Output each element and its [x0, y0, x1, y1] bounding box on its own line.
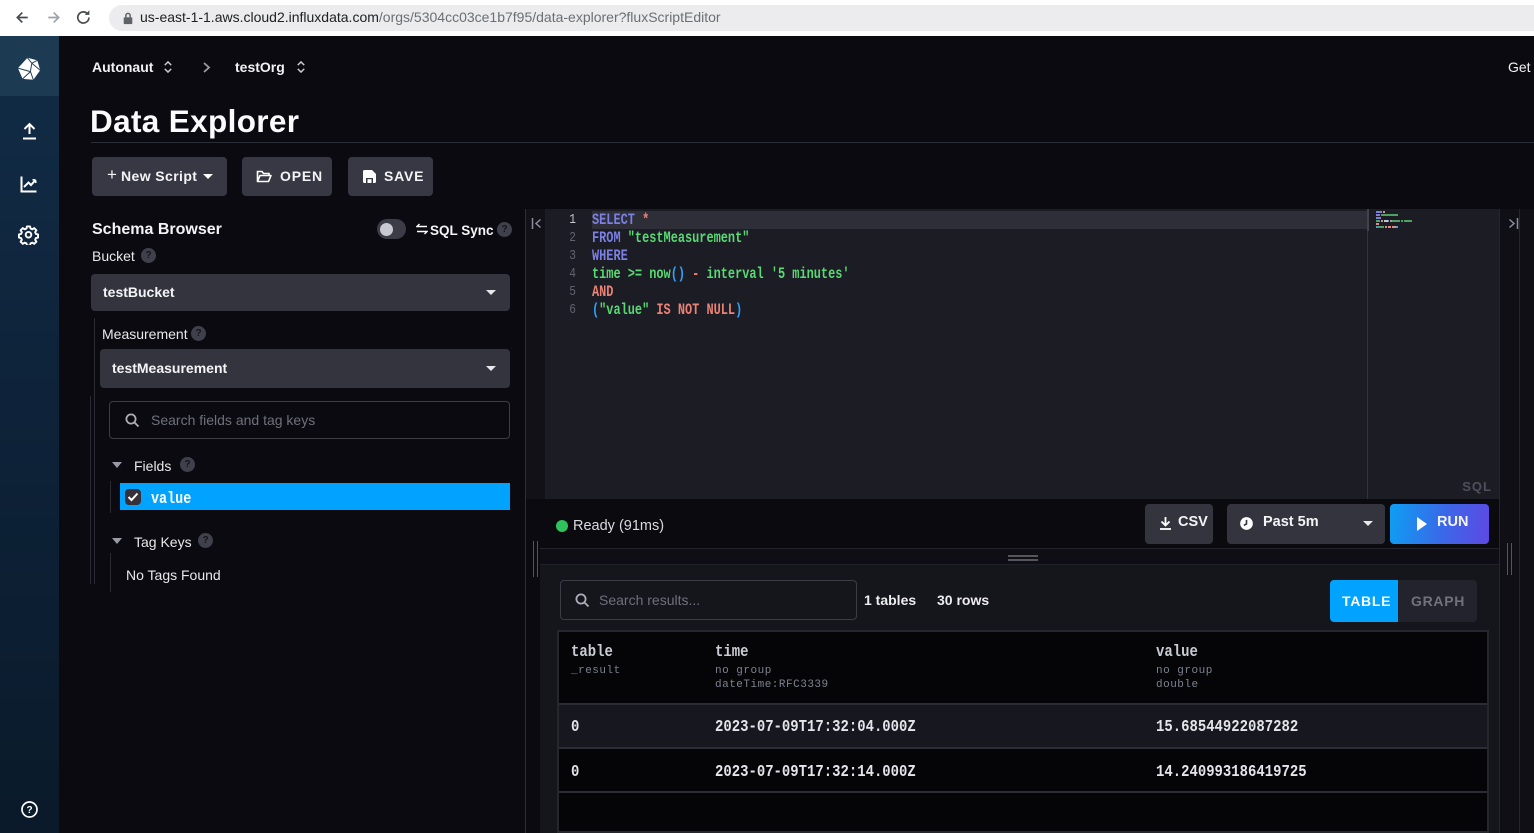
svg-text:?: ? [26, 805, 32, 816]
